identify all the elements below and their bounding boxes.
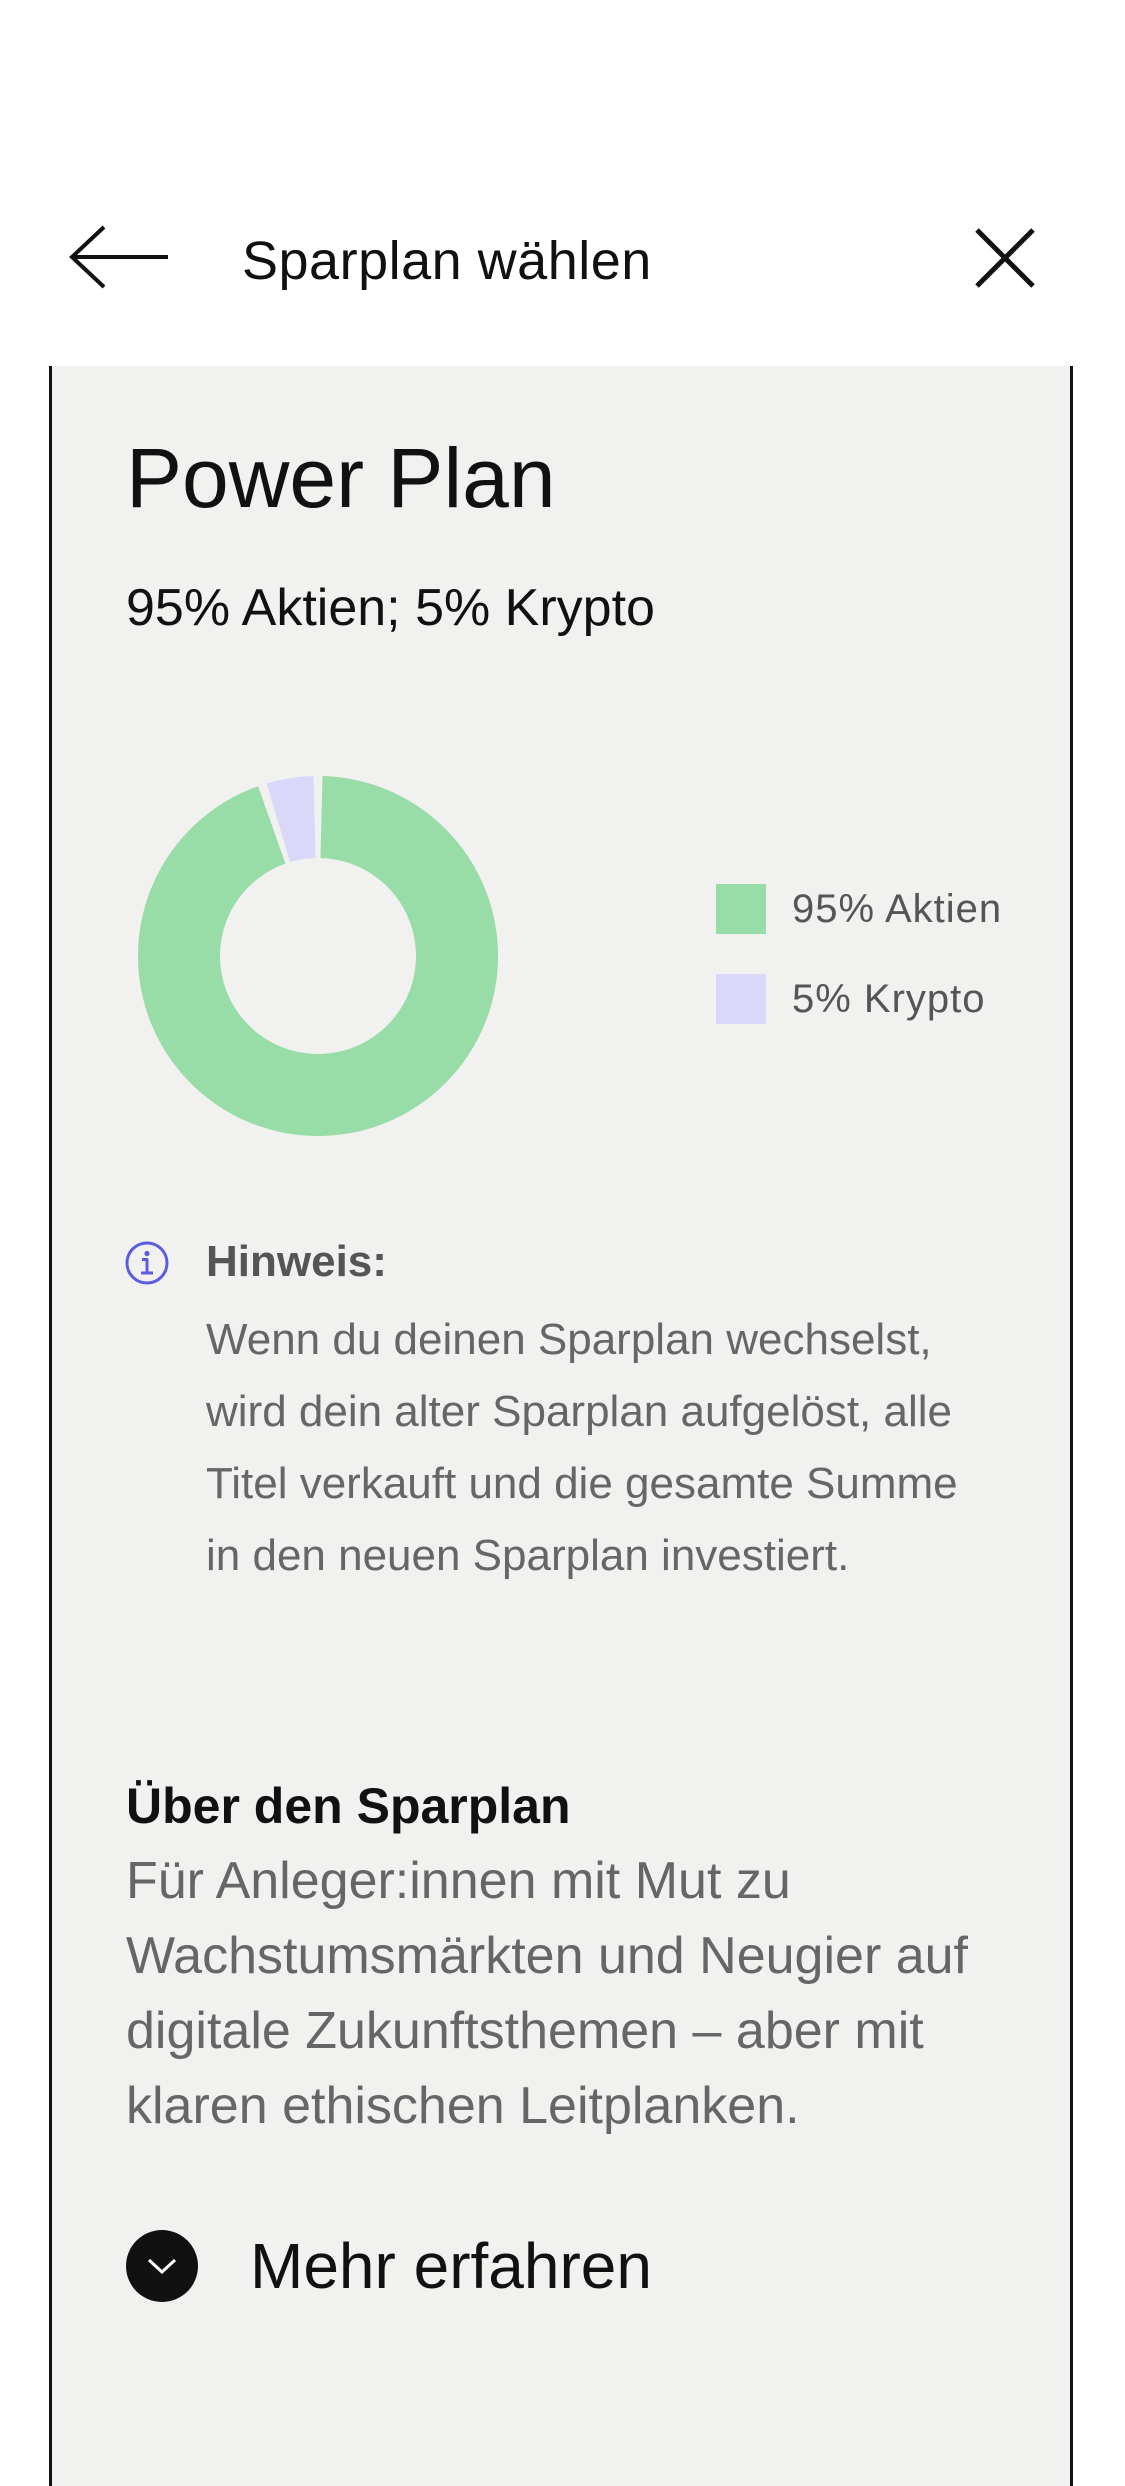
about-text: Für Anleger:innen mit Mut zu Wachstumsmä… (126, 1852, 969, 2135)
plan-card: Power Plan 95% Aktien; 5% Krypto 95% Akt… (49, 366, 1073, 2486)
back-button[interactable] (60, 210, 180, 300)
info-icon (125, 1241, 169, 1285)
hint-text: Wenn du deinen Sparplan wechselst, wird … (206, 1315, 958, 1580)
close-button[interactable] (960, 210, 1050, 300)
close-icon (975, 228, 1035, 288)
legend-swatch-krypto (716, 974, 766, 1024)
legend-swatch-aktien (716, 884, 766, 934)
legend-item-aktien: 95% Aktien (716, 884, 1002, 934)
more-info-label: Mehr erfahren (250, 2230, 652, 2302)
hint-title: Hinweis: (206, 1237, 387, 1286)
more-info-button[interactable]: Mehr erfahren (126, 2226, 652, 2306)
legend-item-krypto: 5% Krypto (716, 974, 1002, 1024)
chevron-down-icon (147, 2258, 177, 2275)
plan-title: Power Plan (126, 431, 556, 525)
page-title: Sparplan wählen (242, 231, 652, 291)
more-circle (126, 2230, 198, 2302)
arrow-left-icon (69, 225, 168, 289)
about-title: Über den Sparplan (126, 1778, 571, 1834)
plan-allocation: 95% Aktien; 5% Krypto (126, 579, 655, 637)
allocation-donut-chart (138, 776, 499, 1136)
legend-label-krypto: 5% Krypto (792, 976, 986, 1021)
chart-legend: 95% Aktien 5% Krypto (716, 884, 1002, 1064)
top-bar: Sparplan wählen (0, 0, 1125, 366)
donut-slice-95-aktien (138, 776, 499, 1136)
legend-label-aktien: 95% Aktien (792, 886, 1003, 931)
